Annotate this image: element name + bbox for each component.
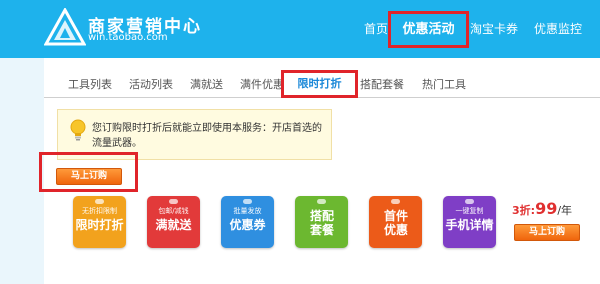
- logo-icon: [44, 8, 86, 46]
- tag-label: 满就送: [155, 218, 192, 232]
- price: 3折:99/年: [512, 199, 572, 218]
- tag-subtitle: 批量发放: [233, 207, 262, 215]
- tab-hot-tools[interactable]: 热门工具: [422, 76, 466, 92]
- tab-tool-list[interactable]: 工具列表: [68, 76, 112, 92]
- tag-subtitle: 包邮/减钱: [158, 207, 189, 215]
- tag-label: 搭配套餐: [309, 209, 334, 237]
- lightbulb-icon: [70, 119, 86, 141]
- nav-home[interactable]: 首页: [364, 20, 388, 37]
- tag-hole: [95, 199, 104, 204]
- tag-subtitle: 无折扣限制: [82, 207, 117, 215]
- tag-hole: [317, 199, 326, 204]
- tag-hole: [465, 199, 474, 204]
- price-amount: 99: [535, 199, 558, 218]
- nav-coupons[interactable]: 淘宝卡券: [470, 20, 518, 37]
- nav-monitor[interactable]: 优惠监控: [534, 20, 582, 37]
- nav-promotions[interactable]: 优惠活动: [388, 11, 469, 48]
- tab-full-gift[interactable]: 满就送: [190, 76, 223, 92]
- tag-mobile-detail[interactable]: 一键复制 手机详情: [443, 196, 496, 248]
- subscribe-button[interactable]: 马上订购: [56, 168, 122, 185]
- tag-label: 限时打折: [75, 218, 124, 232]
- tag-coupon[interactable]: 批量发放 优惠券: [221, 196, 274, 248]
- tag-full-gift[interactable]: 包邮/减钱 满就送: [147, 196, 200, 248]
- app-url: win.taobao.com: [88, 32, 168, 43]
- notice-text: 您订购限时打折后就能立即使用本服务：开店首选的流量武器。: [92, 123, 322, 149]
- tag-label: 首件优惠: [383, 209, 408, 237]
- tag-subtitle: 一键复制: [455, 207, 484, 215]
- tag-label: 优惠券: [229, 218, 266, 232]
- tag-hole: [243, 199, 252, 204]
- tab-multi-item-discount[interactable]: 满件优惠: [240, 76, 284, 92]
- tab-activity-list[interactable]: 活动列表: [129, 76, 173, 92]
- tag-hole: [169, 199, 178, 204]
- tab-flash-discount[interactable]: 限时打折: [281, 70, 358, 98]
- price-unit: /年: [557, 204, 573, 217]
- tab-bundle[interactable]: 搭配套餐: [360, 76, 404, 92]
- price-prefix: 3折:: [512, 204, 536, 217]
- tag-bundle[interactable]: 搭配套餐: [295, 196, 348, 248]
- tag-flash-discount[interactable]: 无折扣限制 限时打折: [73, 196, 126, 248]
- subscribe-button-secondary[interactable]: 马上订购: [514, 224, 580, 241]
- tag-hole: [391, 199, 400, 204]
- tag-first-item[interactable]: 首件优惠: [369, 196, 422, 248]
- tag-label: 手机详情: [445, 218, 494, 232]
